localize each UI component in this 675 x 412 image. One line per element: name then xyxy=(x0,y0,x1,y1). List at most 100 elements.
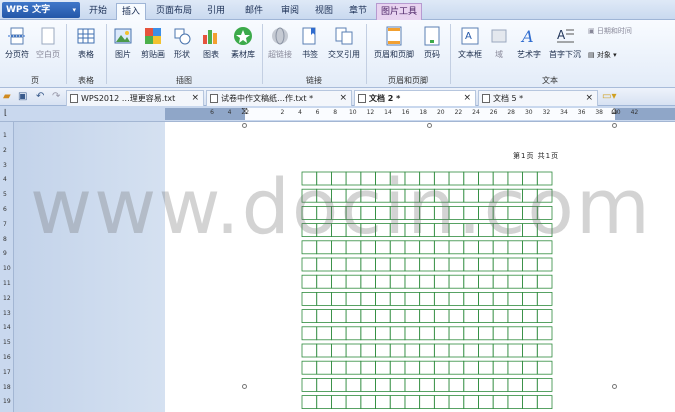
close-icon[interactable]: × xyxy=(463,91,471,106)
textbox-button[interactable]: A 文本框 xyxy=(454,26,486,60)
tab-mailings[interactable]: 邮件 xyxy=(238,3,270,20)
grid-cell[interactable] xyxy=(301,360,318,375)
table-button[interactable]: 表格 xyxy=(72,26,100,60)
indent-marker-icon[interactable]: ⧖ xyxy=(241,106,248,117)
grid-cell[interactable] xyxy=(404,257,421,272)
grid-cell[interactable] xyxy=(522,343,538,358)
grid-cell[interactable] xyxy=(301,395,318,410)
grid-cell[interactable] xyxy=(375,395,391,410)
chart-button[interactable]: 图表 xyxy=(198,26,224,60)
grid-cell[interactable] xyxy=(345,309,362,324)
grid-cell[interactable] xyxy=(375,309,391,324)
grid-cell[interactable] xyxy=(316,377,332,392)
grid-cell[interactable] xyxy=(463,395,479,410)
grid-cell[interactable] xyxy=(375,360,391,375)
grid-cell[interactable] xyxy=(522,326,538,341)
grid-cell[interactable] xyxy=(522,292,538,306)
tab-home[interactable]: 开始 xyxy=(84,3,112,20)
grid-cell[interactable] xyxy=(536,395,553,410)
header-footer-button[interactable]: 页眉和页脚 xyxy=(372,26,416,60)
grid-cell[interactable] xyxy=(448,343,465,358)
grid-cell[interactable] xyxy=(433,395,450,410)
object-button[interactable]: ▤ 对象 ▾ xyxy=(588,50,617,60)
hyperlink-button[interactable]: 超链接 xyxy=(266,26,294,60)
grid-cell[interactable] xyxy=(536,274,553,289)
tab-view[interactable]: 视图 xyxy=(308,3,340,20)
grid-cell[interactable] xyxy=(375,343,391,358)
tab-review[interactable]: 审阅 xyxy=(274,3,306,20)
grid-cell[interactable] xyxy=(316,292,332,306)
grid-cell[interactable] xyxy=(463,343,479,358)
grid-cell[interactable] xyxy=(301,292,318,306)
grid-cell[interactable] xyxy=(316,343,332,358)
shape-button[interactable]: 形状 xyxy=(170,26,194,60)
grid-cell[interactable] xyxy=(360,377,376,392)
grid-cell[interactable] xyxy=(478,360,494,375)
grid-cell[interactable] xyxy=(507,274,523,289)
grid-cell[interactable] xyxy=(448,395,465,410)
grid-cell[interactable] xyxy=(507,257,523,272)
picture-button[interactable]: 图片 xyxy=(110,26,136,60)
grid-cell[interactable] xyxy=(375,377,391,392)
grid-cell[interactable] xyxy=(345,377,362,392)
grid-cell[interactable] xyxy=(433,309,450,324)
grid-cell[interactable] xyxy=(522,274,538,289)
grid-cell[interactable] xyxy=(301,326,318,341)
close-icon[interactable]: × xyxy=(585,91,593,106)
grid-cell[interactable] xyxy=(404,395,421,410)
close-icon[interactable]: × xyxy=(339,91,347,106)
grid-cell[interactable] xyxy=(316,326,332,341)
tab-page-layout[interactable]: 页面布局 xyxy=(152,3,196,20)
grid-cell[interactable] xyxy=(404,377,421,392)
grid-cell[interactable] xyxy=(463,274,479,289)
close-icon[interactable]: × xyxy=(191,91,199,106)
grid-cell[interactable] xyxy=(360,257,376,272)
grid-cell[interactable] xyxy=(463,360,479,375)
grid-cell[interactable] xyxy=(345,395,362,410)
horizontal-ruler[interactable]: ⌊ 6 4 2 2 4 6 8 10 12 14 16 18 20 22 24 26 28 30 32 34 36 38 4… xyxy=(0,106,675,122)
grid-cell[interactable] xyxy=(345,343,362,358)
datetime-button[interactable]: ▣ 日期和时间 xyxy=(588,26,632,36)
grid-cell[interactable] xyxy=(360,309,376,324)
grid-cell[interactable] xyxy=(433,360,450,375)
save-icon[interactable]: ▣ xyxy=(18,91,27,102)
wordart-button[interactable]: A 艺术字 xyxy=(514,26,544,60)
grid-cell[interactable] xyxy=(301,274,318,289)
grid-cell[interactable] xyxy=(419,343,435,358)
grid-cell[interactable] xyxy=(536,309,553,324)
cross-reference-button[interactable]: 交叉引用 xyxy=(326,26,362,60)
drop-cap-button[interactable]: A 首字下沉 xyxy=(546,26,584,60)
grid-cell[interactable] xyxy=(536,360,553,375)
page-number-button[interactable]: 页码 xyxy=(420,26,444,60)
grid-cell[interactable] xyxy=(345,257,362,272)
grid-cell[interactable] xyxy=(492,326,509,341)
grid-cell[interactable] xyxy=(331,309,347,324)
tab-chapter[interactable]: 章节 xyxy=(342,3,374,20)
material-library-button[interactable]: 素材库 xyxy=(228,26,258,60)
grid-cell[interactable] xyxy=(419,326,435,341)
grid-cell[interactable] xyxy=(492,360,509,375)
grid-cell[interactable] xyxy=(331,343,347,358)
grid-cell[interactable] xyxy=(301,309,318,324)
grid-cell[interactable] xyxy=(463,292,479,306)
grid-cell[interactable] xyxy=(331,360,347,375)
grid-cell[interactable] xyxy=(448,309,465,324)
grid-cell[interactable] xyxy=(389,274,406,289)
grid-cell[interactable] xyxy=(419,360,435,375)
grid-cell[interactable] xyxy=(507,309,523,324)
grid-cell[interactable] xyxy=(478,377,494,392)
grid-cell[interactable] xyxy=(375,257,391,272)
grid-cell[interactable] xyxy=(360,326,376,341)
grid-cell[interactable] xyxy=(345,360,362,375)
grid-cell[interactable] xyxy=(389,309,406,324)
grid-cell[interactable] xyxy=(389,257,406,272)
grid-cell[interactable] xyxy=(360,360,376,375)
grid-cell[interactable] xyxy=(507,395,523,410)
grid-cell[interactable] xyxy=(522,377,538,392)
grid-cell[interactable] xyxy=(316,395,332,410)
grid-cell[interactable] xyxy=(331,395,347,410)
grid-cell[interactable] xyxy=(389,343,406,358)
grid-cell[interactable] xyxy=(360,343,376,358)
grid-cell[interactable] xyxy=(301,257,318,272)
grid-cell[interactable] xyxy=(522,360,538,375)
